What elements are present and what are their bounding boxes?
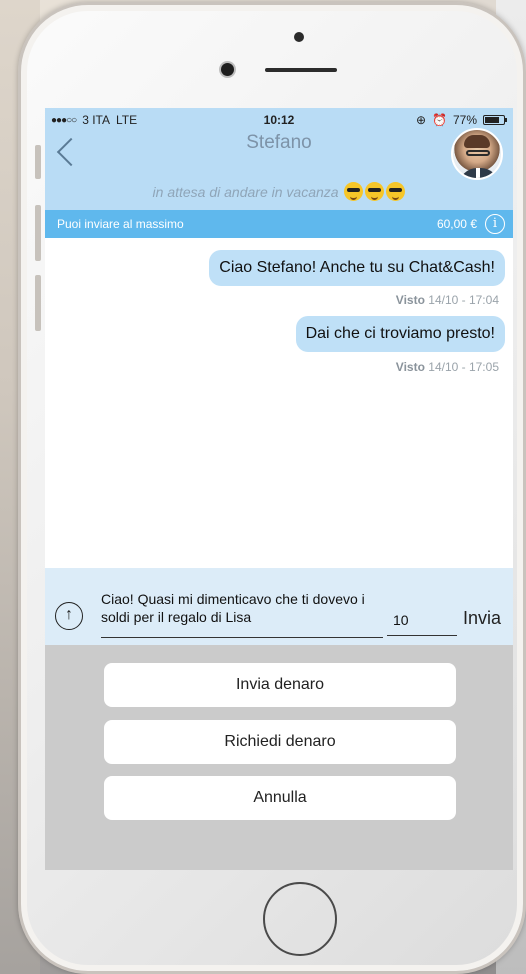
message-input[interactable]: Ciao! Quasi mi dimenticavo che ti dovevo… [101,588,383,638]
read-receipt-label: Visto [395,360,425,374]
send-limit-amount: 60,00 € [436,217,477,231]
cancel-button[interactable]: Annulla [104,776,456,820]
message-bubble[interactable]: Dai che ci troviamo presto! [295,316,505,352]
mute-switch [35,145,41,179]
battery-fill [485,117,499,123]
avatar[interactable] [451,128,503,180]
volume-up-button [35,205,41,261]
status-tagline: in attesa di andare in vacanza [45,182,513,201]
battery-icon [483,115,507,125]
send-button[interactable]: Invia [463,608,501,629]
sunglasses-emoji-icon [386,182,406,201]
status-bar: ●●●○○ 3 ITA LTE 10:12 ⊕ ⏰ 77% [45,110,513,128]
sunglasses-emoji-icon [365,182,385,201]
read-receipt-label: Visto [395,293,425,307]
rotation-lock-icon: ⊕ [415,113,427,127]
tagline-text: in attesa di andare in vacanza [152,184,339,200]
message-bubble[interactable]: Ciao Stefano! Anche tu su Chat&Cash! [209,250,505,286]
info-icon[interactable]: i [485,214,505,234]
proximity-sensor [294,32,304,42]
upload-arrow-icon[interactable]: ↑ [55,602,83,630]
alarm-icon: ⏰ [432,113,447,127]
send-limit-bar: Puoi inviare al massimo 60,00 € i [45,210,513,238]
status-right: ⊕ ⏰ 77% [415,113,507,127]
front-camera [221,63,234,76]
request-money-button[interactable]: Richiedi denaro [104,720,456,764]
contact-name[interactable]: Stefano [45,132,513,154]
send-money-button[interactable]: Invia denaro [104,663,456,707]
send-limit-label: Puoi inviare al massimo [57,217,184,231]
read-receipt-time: 14/10 - 17:04 [428,293,499,307]
action-sheet: Invia denaro Richiedi denaro Annulla [45,645,513,870]
sunglasses-emoji-icon [344,182,364,201]
chat-header: ●●●○○ 3 ITA LTE 10:12 ⊕ ⏰ 77% Stefano in [45,108,513,210]
message-composer: ↑ Ciao! Quasi mi dimenticavo che ti dove… [45,568,513,645]
amount-input[interactable]: 10 [387,610,457,636]
earpiece-speaker [265,68,337,72]
read-receipt: Visto 14/10 - 17:05 [396,360,499,374]
battery-percent: 77% [452,113,477,127]
app-screen: ●●●○○ 3 ITA LTE 10:12 ⊕ ⏰ 77% Stefano in [45,108,513,870]
read-receipt: Visto 14/10 - 17:04 [396,293,499,307]
volume-down-button [35,275,41,331]
home-button[interactable] [263,882,337,956]
message-list[interactable]: Ciao Stefano! Anche tu su Chat&Cash! Vis… [45,238,513,568]
read-receipt-time: 14/10 - 17:05 [428,360,499,374]
